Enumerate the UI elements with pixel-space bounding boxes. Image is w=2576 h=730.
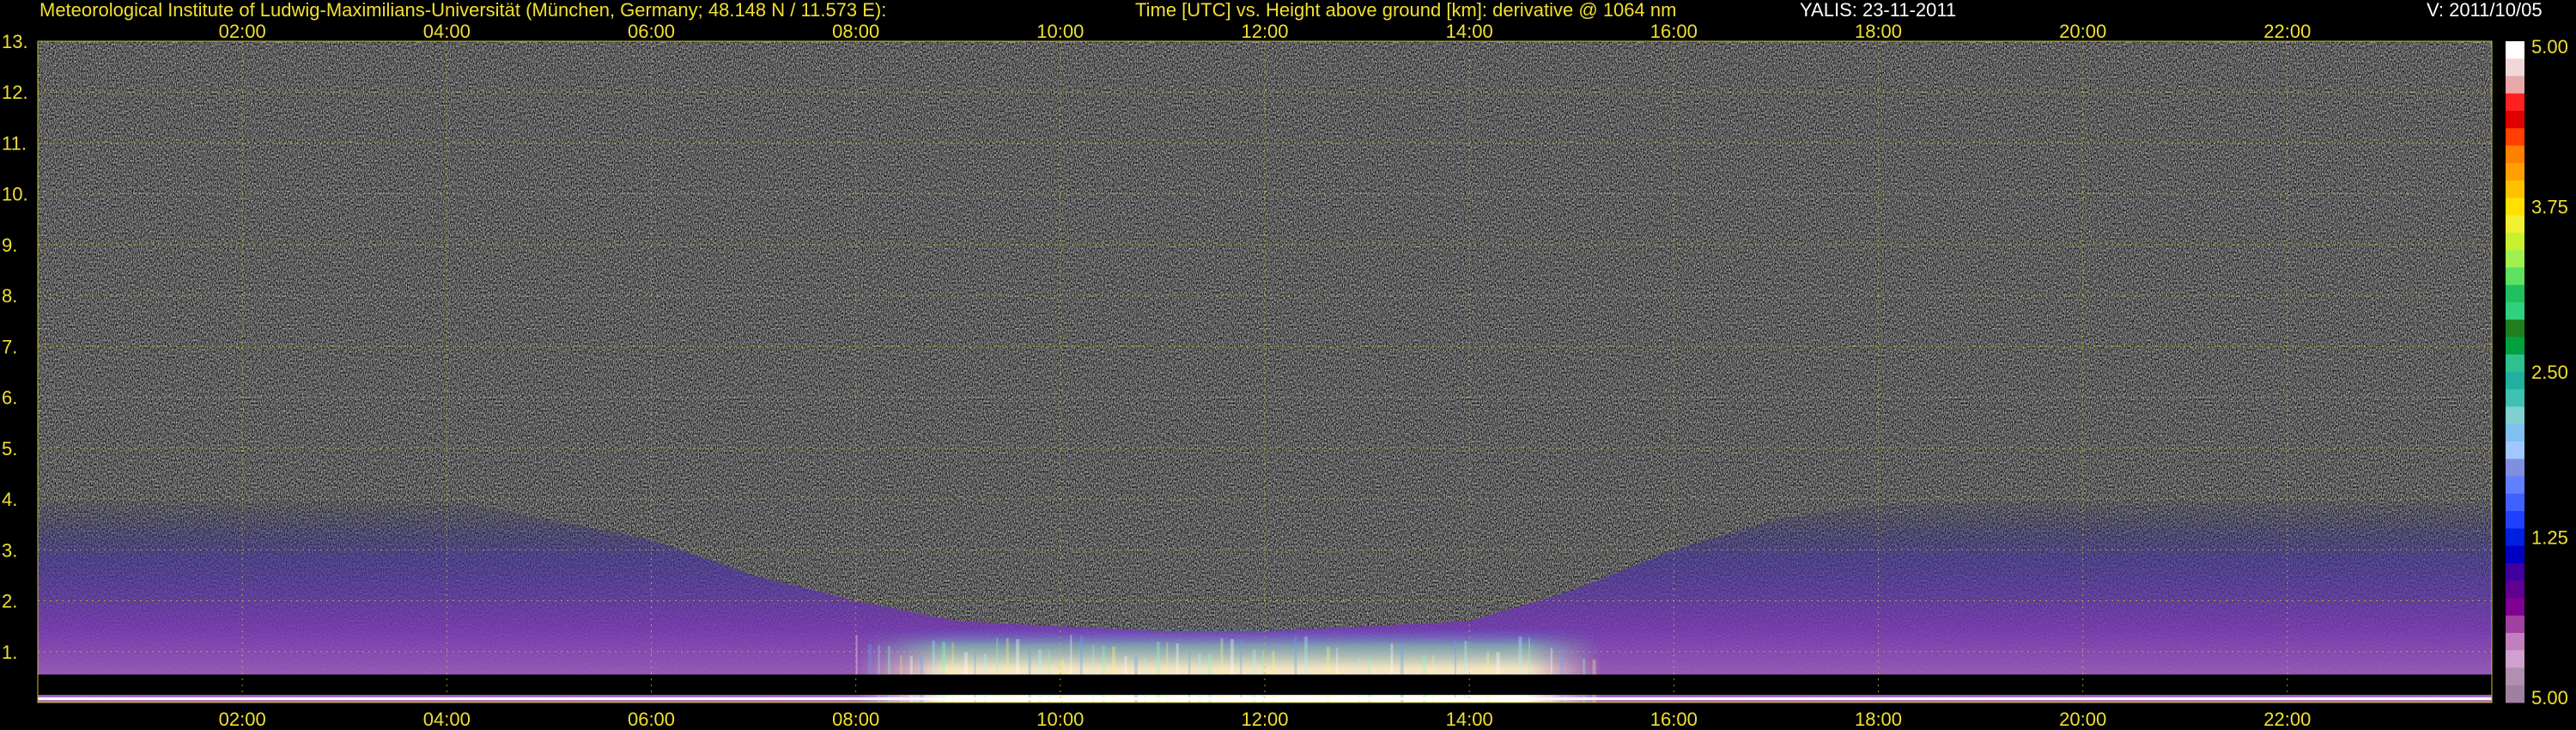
- colorbar-swatch: [2506, 476, 2524, 495]
- y-tick-label: 2.: [2, 591, 17, 612]
- colorbar-swatch: [2506, 93, 2524, 112]
- lidar-chart: 1. 2. 3. 4. 5. 6. 7. 8. 9. 10. 11. 12. 13. 02:00 04:0…: [2, 21, 2568, 730]
- plot-title: Time [UTC] vs. Height above ground [km]:…: [1135, 0, 1677, 21]
- colorbar-tick-label: 5.00: [2531, 687, 2568, 709]
- institute-label: Meteorological Institute of Ludwig-Maxim…: [39, 0, 887, 21]
- y-axis-ticks: 1. 2. 3. 4. 5. 6. 7. 8. 9. 10. 11. 12. 13.: [2, 31, 28, 663]
- y-tick-label: 1.: [2, 642, 17, 663]
- colorbar-swatch: [2506, 267, 2524, 286]
- x-tick-label-bottom: 20:00: [2059, 709, 2106, 730]
- colorbar-swatch: [2506, 441, 2524, 459]
- x-tick-label-top: 02:00: [219, 21, 266, 42]
- colorbar-swatch: [2506, 632, 2524, 651]
- colorbar-swatch: [2506, 493, 2524, 512]
- x-tick-label-bottom: 10:00: [1036, 709, 1084, 730]
- y-tick-label: 6.: [2, 387, 17, 409]
- y-tick-label: 9.: [2, 234, 17, 256]
- colorbar-swatch: [2506, 615, 2524, 634]
- x-tick-label-bottom: 06:00: [628, 709, 675, 730]
- x-tick-label-top: 14:00: [1446, 21, 1493, 42]
- colorbar-swatch: [2506, 198, 2524, 216]
- x-tick-label-top: 20:00: [2059, 21, 2106, 42]
- x-tick-label-top: 18:00: [1855, 21, 1902, 42]
- x-tick-label-top: 22:00: [2263, 21, 2311, 42]
- colorbar-swatch: [2506, 145, 2524, 164]
- colorbar-swatch: [2506, 250, 2524, 268]
- y-tick-label: 3.: [2, 539, 17, 561]
- x-axis-ticks-top: 02:00 04:00 06:00 08:00 10:00 12:00 14:00 16:00…: [219, 21, 2312, 42]
- x-tick-label-top: 06:00: [628, 21, 675, 42]
- colorbar-swatch: [2506, 459, 2524, 478]
- y-tick-label: 12.: [2, 82, 28, 103]
- y-tick-label: 8.: [2, 285, 17, 307]
- colorbar-swatch: [2506, 511, 2524, 529]
- x-tick-label-bottom: 12:00: [1241, 709, 1288, 730]
- colorbar-swatch: [2506, 232, 2524, 251]
- colorbar-swatch: [2506, 58, 2524, 77]
- colorbar-swatch: [2506, 128, 2524, 147]
- x-tick-label-top: 10:00: [1036, 21, 1084, 42]
- colorbar: [2506, 41, 2524, 703]
- y-tick-label: 10.: [2, 184, 28, 205]
- colorbar-tick-label: 1.25: [2531, 527, 2568, 549]
- x-axis-ticks-bottom: 02:00 04:00 06:00 08:00 10:00 12:00 14:00 16:00…: [219, 709, 2312, 730]
- y-tick-label: 7.: [2, 336, 17, 357]
- y-tick-label: 11.: [2, 132, 27, 154]
- colorbar-swatch: [2506, 76, 2524, 94]
- colorbar-swatch: [2506, 111, 2524, 129]
- colorbar-swatch: [2506, 406, 2524, 425]
- y-tick-label: 5.: [2, 438, 17, 459]
- colorbar-swatch: [2506, 372, 2524, 390]
- colorbar-swatch: [2506, 180, 2524, 198]
- colorbar-swatch: [2506, 545, 2524, 564]
- colorbar-swatch: [2506, 215, 2524, 234]
- colorbar-swatch: [2506, 41, 2524, 59]
- colorbar-labels: 5.00 3.75 2.50 1.25 5.00: [2531, 36, 2568, 709]
- x-tick-label-bottom: 18:00: [1855, 709, 1902, 730]
- colorbar-swatch: [2506, 284, 2524, 303]
- colorbar-swatch: [2506, 301, 2524, 320]
- y-tick-label: 13.: [2, 31, 28, 52]
- colorbar-swatch: [2506, 423, 2524, 442]
- colorbar-swatch: [2506, 319, 2524, 338]
- colorbar-swatch: [2506, 650, 2524, 668]
- colorbar-swatch: [2506, 528, 2524, 547]
- colorbar-swatch: [2506, 354, 2524, 373]
- x-tick-label-top: 16:00: [1650, 21, 1698, 42]
- x-tick-label-bottom: 02:00: [219, 709, 266, 730]
- x-tick-label-bottom: 22:00: [2263, 709, 2311, 730]
- colorbar-swatch: [2506, 598, 2524, 617]
- colorbar-swatch: [2506, 667, 2524, 686]
- colorbar-tick-label: 2.50: [2531, 362, 2568, 383]
- colorbar-swatch: [2506, 684, 2524, 703]
- x-tick-label-bottom: 04:00: [423, 709, 471, 730]
- x-tick-label-top: 04:00: [423, 21, 471, 42]
- x-tick-label-bottom: 16:00: [1650, 709, 1698, 730]
- version-label: V: 2011/10/05: [2427, 0, 2543, 21]
- station-date: YALIS: 23-11-2011: [1800, 0, 1957, 21]
- colorbar-swatch: [2506, 337, 2524, 356]
- colorbar-swatch: [2506, 162, 2524, 181]
- x-tick-label-bottom: 08:00: [832, 709, 879, 730]
- colorbar-tick-label: 3.75: [2531, 197, 2568, 218]
- colorbar-swatch: [2506, 389, 2524, 408]
- x-tick-label-bottom: 14:00: [1446, 709, 1493, 730]
- colorbar-swatch: [2506, 563, 2524, 581]
- colorbar-tick-label: 5.00: [2531, 36, 2568, 58]
- y-tick-label: 4.: [2, 489, 17, 510]
- x-tick-label-top: 12:00: [1241, 21, 1288, 42]
- colorbar-swatch: [2506, 581, 2524, 599]
- x-tick-label-top: 08:00: [832, 21, 879, 42]
